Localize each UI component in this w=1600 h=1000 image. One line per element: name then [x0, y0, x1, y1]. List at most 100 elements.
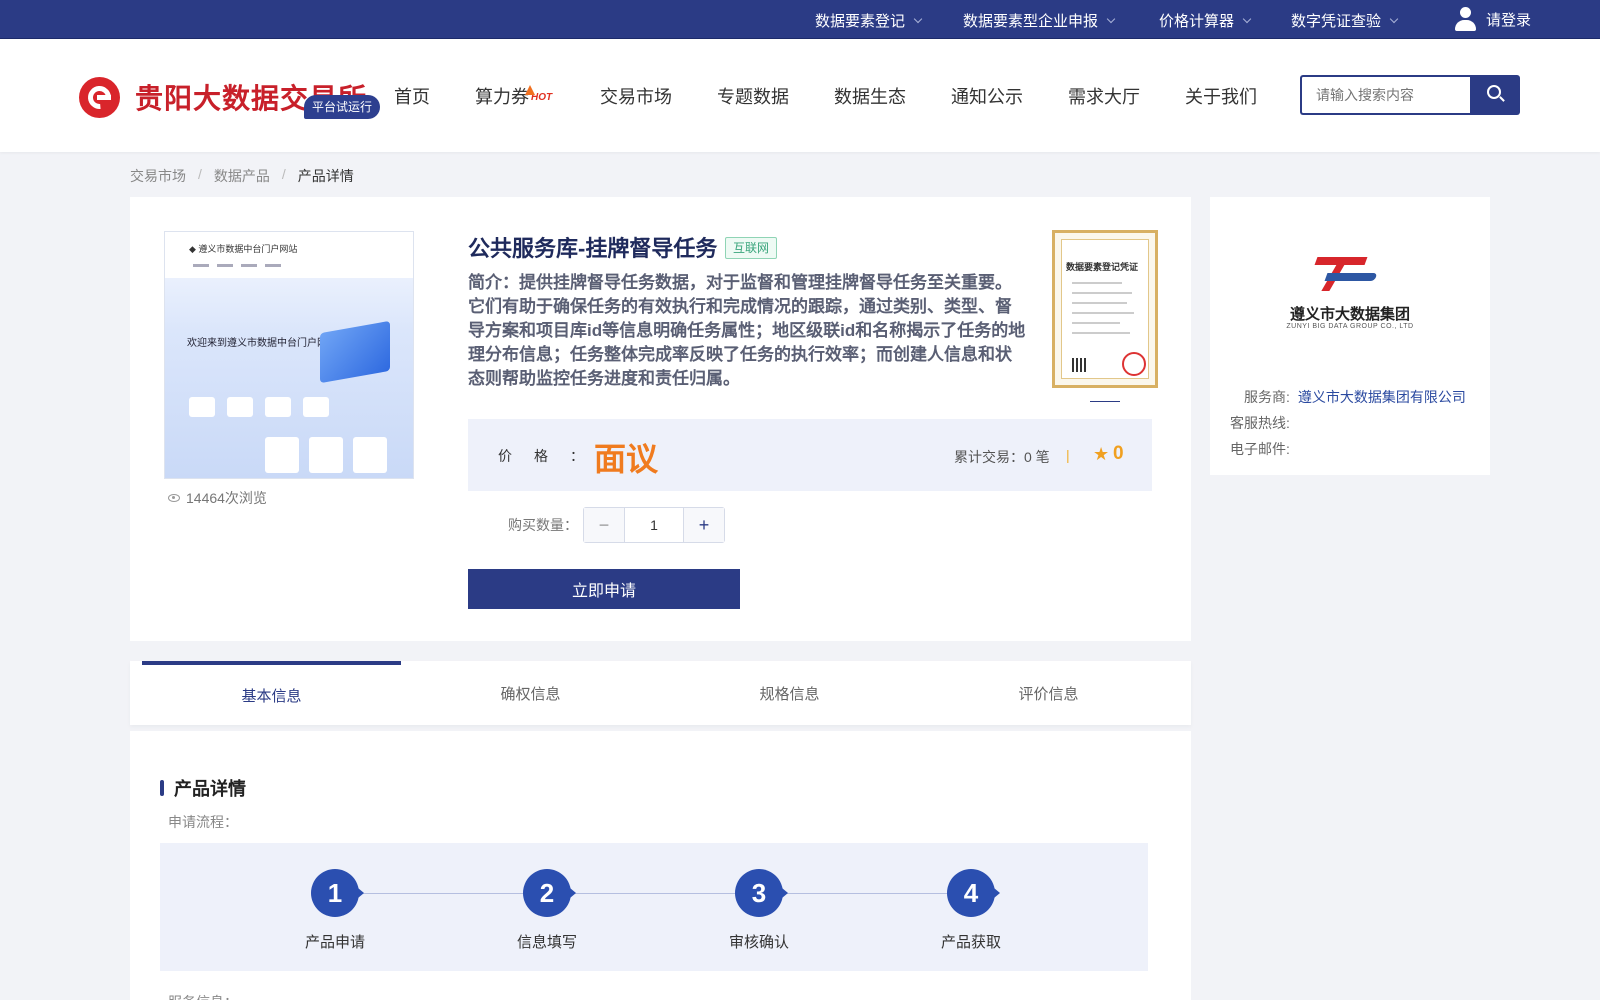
step-number: 4	[947, 869, 1000, 917]
nav-ecosystem[interactable]: 数据生态	[834, 83, 906, 109]
provider-logo-cn: 遵义市大数据集团	[1289, 306, 1410, 323]
divider: |	[1066, 447, 1070, 463]
topbar-link-label: 数字凭证查验	[1291, 13, 1382, 30]
search-input[interactable]	[1300, 75, 1472, 115]
decrease-button[interactable]: −	[584, 508, 624, 542]
provider-logo-en: ZUNYI BIG DATA GROUP CO., LTD	[1286, 323, 1414, 330]
nav-compute-voucher[interactable]: 算力券	[475, 83, 529, 109]
breadcrumb-separator: /	[281, 166, 286, 182]
flow-step: 1 产品申请	[275, 869, 395, 952]
nav-notices[interactable]: 通知公示	[951, 83, 1023, 109]
product-detail-section: 产品详情 申请流程： 1 产品申请 2 信息填写 3 审核确认 4 产品获取 服…	[130, 731, 1191, 1000]
step-number: 3	[735, 869, 788, 917]
login-label: 请登录	[1486, 11, 1532, 29]
product-description: 简介：提供挂牌督导任务数据，对于监督和管理挂牌督导任务至关重要。它们有助于确保任…	[468, 273, 1026, 388]
tab-ownership-info[interactable]: 确权信息	[401, 661, 660, 725]
info-tabs: 基本信息 确权信息 规格信息 评价信息	[130, 661, 1191, 725]
star-icon[interactable]: ★	[1093, 444, 1109, 465]
breadcrumb-current: 产品详情	[297, 168, 354, 184]
price-value: 面议	[594, 441, 659, 477]
thumbnail-logo: ◆ 遵义市数据中台门户网站	[189, 244, 298, 254]
topbar-link-enterprise-report[interactable]: 数据要素型企业申报	[963, 10, 1116, 31]
logo-icon[interactable]	[79, 77, 120, 118]
step-number: 2	[523, 869, 576, 917]
topbar-link-price-calculator[interactable]: 价格计算器	[1159, 10, 1252, 31]
step-number: 1	[311, 869, 364, 917]
topbar-link-label: 数据要素型企业申报	[963, 13, 1099, 30]
search-button[interactable]	[1470, 75, 1520, 115]
thumbnail-illustration	[320, 320, 390, 384]
quantity-value[interactable]: 1	[624, 508, 684, 542]
section-title-text: 产品详情	[174, 779, 246, 799]
chevron-down-icon	[1106, 14, 1116, 24]
product-card: ◆ 遵义市数据中台门户网站 欢迎来到遵义市数据中台门户网站 14464次浏览 公…	[130, 197, 1191, 641]
provider-card: 遵义市大数据集团 ZUNYI BIG DATA GROUP CO., LTD 服…	[1210, 197, 1490, 475]
breadcrumb-market[interactable]: 交易市场	[130, 166, 186, 186]
service-info-label: 服务信息：	[168, 992, 238, 1000]
tab-basic-info[interactable]: 基本信息	[142, 661, 401, 725]
flow-connector	[335, 893, 975, 894]
topbar-link-certificate-check[interactable]: 数字凭证查验	[1291, 10, 1399, 31]
user-icon	[1454, 7, 1476, 31]
nav-demand-hall[interactable]: 需求大厅	[1068, 83, 1140, 109]
breadcrumb-data-products[interactable]: 数据产品	[214, 166, 270, 186]
thumbnail-headline: 欢迎来到遵义市数据中台门户网站	[187, 338, 337, 349]
view-count: 14464次浏览	[168, 488, 267, 508]
quantity-stepper: − 1 +	[583, 507, 725, 543]
certificate-indicator	[1090, 401, 1120, 402]
provider-email-row: 电子邮件:	[1230, 439, 1290, 459]
section-marker	[160, 780, 164, 796]
trade-count: 累计交易：0 笔	[954, 449, 1050, 465]
view-count-text: 14464次浏览	[186, 490, 267, 506]
chevron-down-icon	[1242, 14, 1252, 24]
certificate-title: 数据要素登记凭证	[1066, 262, 1139, 272]
product-title: 公共服务库-挂牌督导任务	[468, 236, 718, 261]
topbar-link-data-registration[interactable]: 数据要素登记	[815, 10, 923, 31]
tab-spec-info[interactable]: 规格信息	[660, 661, 919, 725]
breadcrumb-separator: /	[198, 166, 202, 182]
product-thumbnail[interactable]: ◆ 遵义市数据中台门户网站 欢迎来到遵义市数据中台门户网站	[164, 231, 414, 479]
application-flow: 1 产品申请 2 信息填写 3 审核确认 4 产品获取	[160, 843, 1148, 971]
flow-step: 4 产品获取	[911, 869, 1031, 952]
email-label: 电子邮件:	[1230, 441, 1290, 457]
registration-certificate[interactable]: 数据要素登记凭证	[1052, 230, 1158, 388]
provider-hotline-row: 客服热线:	[1230, 413, 1290, 433]
hot-badge: HOT	[524, 85, 553, 103]
topbar-link-label: 数据要素登记	[815, 13, 906, 30]
flow-step: 3 审核确认	[699, 869, 819, 952]
nav-market[interactable]: 交易市场	[600, 83, 672, 109]
step-label: 产品申请	[304, 934, 365, 951]
step-label: 审核确认	[728, 934, 789, 951]
quantity-label: 购买数量：	[508, 517, 578, 533]
service-label: 服务商:	[1244, 389, 1290, 405]
nav-about-us[interactable]: 关于我们	[1185, 83, 1257, 109]
product-category-tag: 互联网	[725, 237, 778, 259]
step-label: 信息填写	[516, 934, 577, 951]
eye-icon	[168, 494, 180, 502]
trial-badge: 平台试运行	[304, 95, 381, 119]
login-link[interactable]: 请登录	[1454, 7, 1531, 31]
service-provider-link[interactable]: 遵义市大数据集团有限公司	[1298, 389, 1466, 405]
qr-code-icon	[1072, 358, 1086, 372]
top-bar: 数据要素登记 数据要素型企业申报 价格计算器 数字凭证查验 请登录	[0, 0, 1600, 39]
seal-icon	[1122, 352, 1146, 376]
tab-review-info[interactable]: 评价信息	[919, 661, 1178, 725]
rating-value: 0	[1113, 443, 1124, 464]
provider-service-row: 服务商: 遵义市大数据集团有限公司	[1244, 387, 1466, 407]
nav-home[interactable]: 首页	[394, 83, 430, 109]
provider-logo-icon	[1314, 257, 1384, 295]
flow-step: 2 信息填写	[487, 869, 607, 952]
price-panel: 价格： 面议 累计交易：0 笔 | ★ 0	[468, 419, 1152, 491]
step-label: 产品获取	[940, 934, 1001, 951]
price-label: 价格：	[498, 448, 606, 464]
provider-logo: 遵义市大数据集团 ZUNYI BIG DATA GROUP CO., LTD	[1282, 257, 1418, 339]
increase-button[interactable]: +	[684, 508, 724, 542]
flow-label: 申请流程：	[168, 814, 238, 830]
site-header: 贵阳大数据交易所 平台试运行 首页 算力券 HOT 交易市场 专题数据 数据生态…	[0, 39, 1600, 152]
nav-topic-data[interactable]: 专题数据	[717, 83, 789, 109]
section-title: 产品详情	[160, 775, 246, 801]
topbar-link-label: 价格计算器	[1159, 13, 1235, 30]
chevron-down-icon	[1389, 14, 1399, 24]
apply-now-button[interactable]: 立即申请	[468, 569, 740, 609]
breadcrumb: 交易市场 / 数据产品 / 产品详情	[130, 166, 354, 186]
